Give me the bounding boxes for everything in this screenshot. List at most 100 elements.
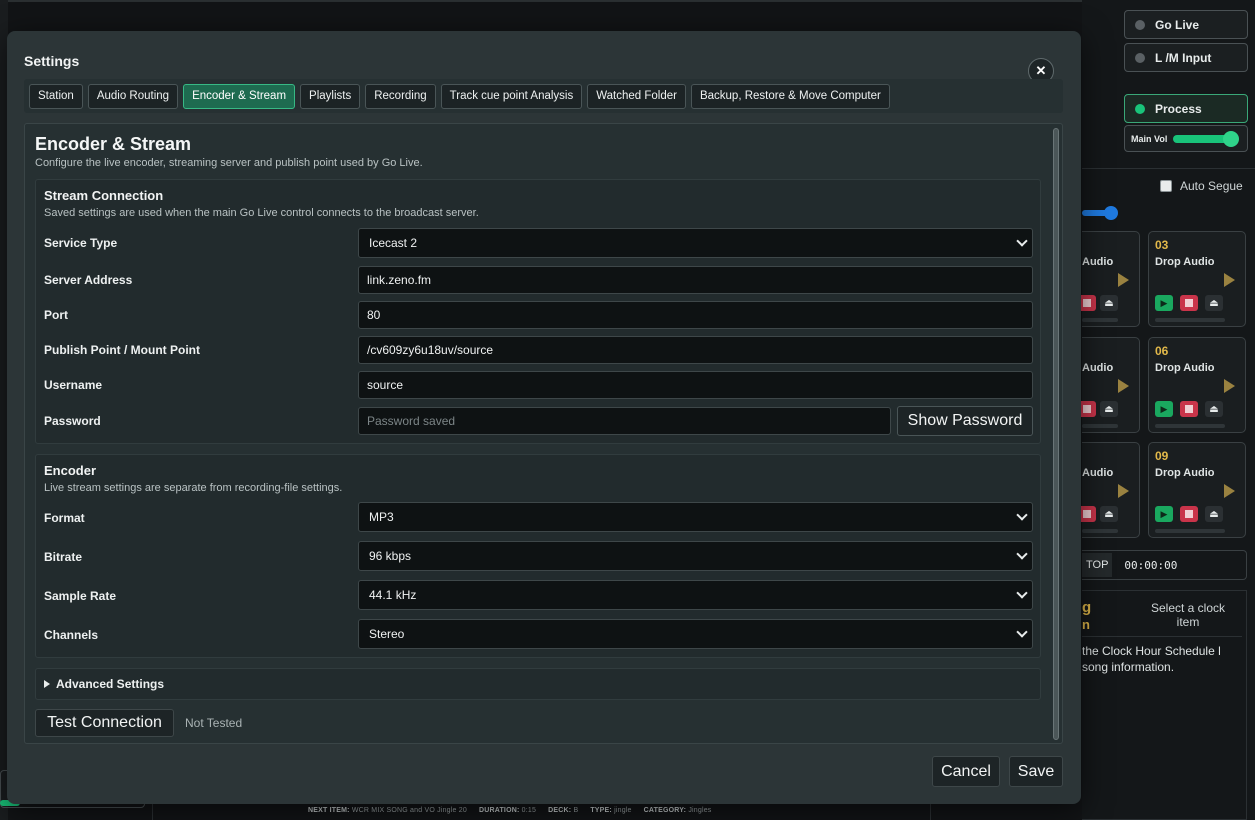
eject-icon[interactable]: ⏏ — [1205, 506, 1223, 522]
cart-slot[interactable]: 09 Drop Audio ▶ ⏏ — [1148, 442, 1246, 538]
cart-progress — [1155, 529, 1225, 533]
encoder-section: Encoder Live stream settings are separat… — [35, 454, 1041, 658]
password-input[interactable]: Password saved — [358, 407, 891, 435]
field-label: Port — [44, 308, 68, 322]
stop-button[interactable] — [1180, 295, 1198, 311]
dialog-title: Settings — [24, 53, 80, 69]
tab-audio-routing[interactable]: Audio Routing — [87, 83, 179, 109]
field-label: Password — [44, 414, 101, 428]
username-input[interactable]: source — [358, 371, 1033, 399]
tab-backup-restore[interactable]: Backup, Restore & Move Computer — [690, 83, 890, 109]
save-button[interactable]: Save — [1009, 756, 1063, 787]
clock-heading: g — [1082, 599, 1092, 616]
tab-track-cue-point-analysis[interactable]: Track cue point Analysis — [440, 83, 583, 109]
play-arrow-icon — [1118, 379, 1129, 393]
chevron-down-icon — [1016, 235, 1028, 247]
play-arrow-icon — [1224, 379, 1235, 393]
lm-input-led-icon — [1135, 52, 1145, 63]
slider-knob-icon[interactable] — [1104, 206, 1118, 220]
play-button[interactable]: ▶ — [1155, 506, 1173, 522]
field-label: Format — [44, 511, 85, 525]
section-title: Encoder — [44, 463, 97, 478]
cart-progress — [1082, 529, 1118, 533]
go-live-led-icon — [1135, 19, 1145, 30]
port-input[interactable]: 80 — [358, 301, 1033, 329]
section-subtitle: Live stream settings are separate from r… — [44, 482, 343, 494]
slider-knob-icon[interactable] — [1223, 130, 1240, 147]
tab-recording[interactable]: Recording — [365, 83, 436, 109]
play-arrow-icon — [1224, 273, 1235, 287]
settings-dialog: Settings ✕ Station Audio Routing Encoder… — [7, 31, 1081, 804]
select-clock-item[interactable]: Select a clock item — [1138, 601, 1238, 629]
stop-all-button[interactable]: TOP — [1082, 553, 1113, 577]
settings-content: Encoder & Stream Configure the live enco… — [24, 123, 1063, 744]
service-type-select[interactable]: Icecast 2 — [358, 228, 1033, 258]
section-title: Stream Connection — [44, 188, 164, 203]
field-label: Server Address — [44, 273, 133, 287]
bitrate-select[interactable]: 96 kbps — [358, 541, 1033, 571]
process-led-icon — [1135, 103, 1145, 114]
page-subtitle: Configure the live encoder, streaming se… — [35, 157, 423, 169]
field-label: Channels — [44, 628, 99, 642]
panel-divider — [1082, 168, 1255, 169]
cart-progress — [1082, 318, 1118, 322]
tab-watched-folder[interactable]: Watched Folder — [587, 83, 686, 109]
cart-progress — [1155, 424, 1225, 428]
stream-connection-section: Stream Connection Saved settings are use… — [35, 179, 1041, 444]
cart-slot[interactable]: Audio ⏏ — [1078, 337, 1140, 433]
cart-slot[interactable]: 03 Drop Audio ▶ ⏏ — [1148, 231, 1246, 327]
eject-icon[interactable]: ⏏ — [1205, 295, 1223, 311]
go-live-button[interactable]: Go Live — [1124, 10, 1248, 39]
cart-slot[interactable]: Audio ⏏ — [1078, 442, 1140, 538]
main-volume-control[interactable]: Main Vol — [1124, 125, 1248, 152]
page-title: Encoder & Stream — [35, 134, 192, 154]
disclosure-triangle-icon — [44, 680, 50, 688]
play-arrow-icon — [1118, 484, 1129, 498]
process-button[interactable]: Process — [1124, 94, 1248, 123]
sample-rate-select[interactable]: 44.1 kHz — [358, 580, 1033, 610]
play-button[interactable]: ▶ — [1155, 295, 1173, 311]
stop-button[interactable] — [1180, 506, 1198, 522]
chevron-down-icon — [1016, 626, 1028, 638]
field-label: Bitrate — [44, 550, 83, 564]
cart-slot[interactable]: 06 Drop Audio ▶ ⏏ — [1148, 337, 1246, 433]
checkbox-icon[interactable] — [1160, 180, 1172, 192]
field-label: Publish Point / Mount Point — [44, 343, 200, 357]
play-arrow-icon — [1118, 273, 1129, 287]
channels-select[interactable]: Stereo — [358, 619, 1033, 649]
clock-hint: the Clock Hour Schedule l song informati… — [1082, 644, 1221, 674]
field-label: Service Type — [44, 236, 118, 250]
show-password-button[interactable]: Show Password — [897, 406, 1033, 436]
tab-station[interactable]: Station — [29, 83, 83, 109]
test-connection-button[interactable]: Test Connection — [35, 709, 174, 737]
scrollbar-thumb[interactable] — [1053, 128, 1059, 740]
clock-panel: g n Select a clock item the Clock Hour S… — [1082, 590, 1247, 820]
field-label: Username — [44, 378, 103, 392]
chevron-down-icon — [1016, 509, 1028, 521]
eject-icon[interactable]: ⏏ — [1100, 506, 1118, 522]
tab-playlists[interactable]: Playlists — [300, 83, 361, 109]
main-volume-slider[interactable] — [1173, 130, 1240, 147]
cancel-button[interactable]: Cancel — [932, 756, 1000, 787]
field-label: Sample Rate — [44, 589, 117, 603]
auto-segue-checkbox[interactable]: Auto Segue — [1160, 179, 1243, 193]
cart-progress — [1082, 424, 1118, 428]
chevron-down-icon — [1016, 587, 1028, 599]
eject-icon[interactable]: ⏏ — [1100, 295, 1118, 311]
clock-divider — [1082, 636, 1242, 637]
connection-status: Not Tested — [185, 716, 243, 730]
chevron-down-icon — [1016, 548, 1028, 560]
tab-encoder-stream[interactable]: Encoder & Stream — [183, 83, 296, 109]
advanced-settings-toggle[interactable]: Advanced Settings — [35, 668, 1041, 700]
lm-input-button[interactable]: L /M Input — [1124, 43, 1248, 72]
format-select[interactable]: MP3 — [358, 502, 1033, 532]
mount-point-input[interactable]: /cv609zy6u18uv/source — [358, 336, 1033, 364]
play-button[interactable]: ▶ — [1155, 401, 1173, 417]
cart-slot[interactable]: Audio ⏏ — [1078, 231, 1140, 327]
server-address-input[interactable]: link.zeno.fm — [358, 266, 1033, 294]
clock-heading-2: n — [1082, 617, 1090, 632]
eject-icon[interactable]: ⏏ — [1205, 401, 1223, 417]
eject-icon[interactable]: ⏏ — [1100, 401, 1118, 417]
stop-button[interactable] — [1180, 401, 1198, 417]
play-arrow-icon — [1224, 484, 1235, 498]
